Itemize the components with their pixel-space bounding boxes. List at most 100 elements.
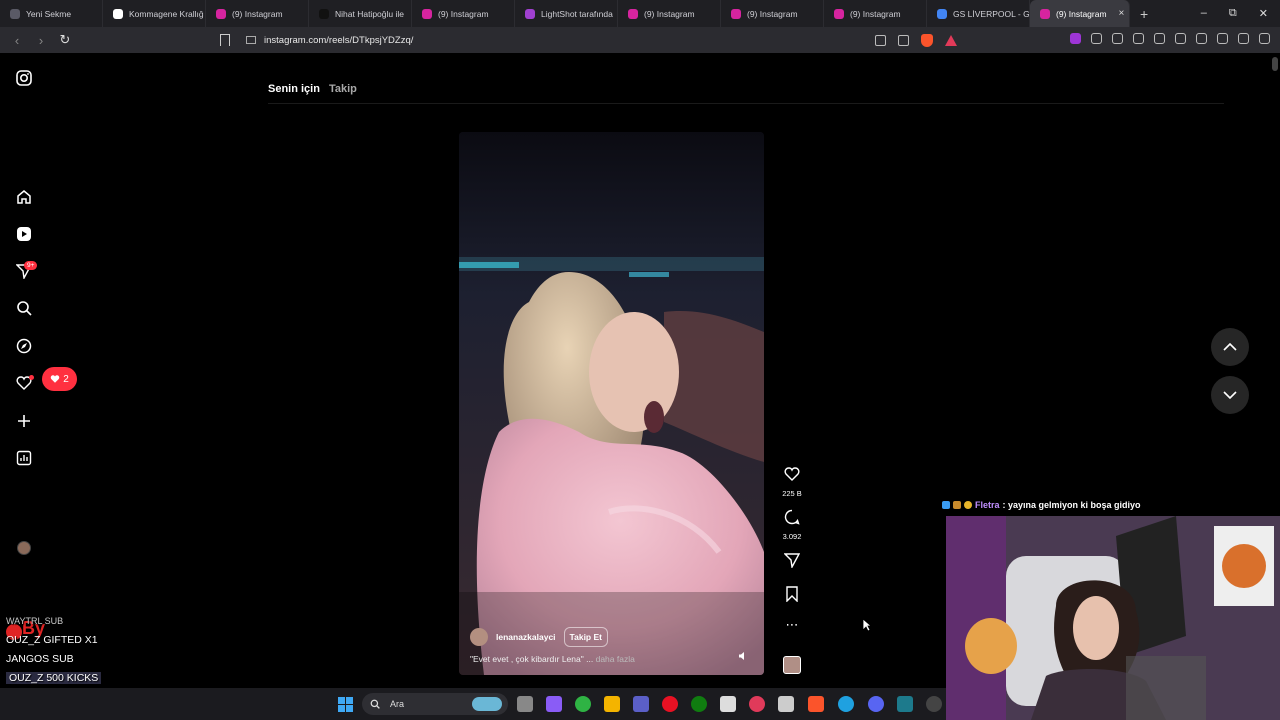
share-icon[interactable]: [783, 552, 801, 570]
taskbar-search-label: Ara: [390, 699, 405, 709]
volume-icon[interactable]: [738, 651, 748, 661]
file-explorer-icon[interactable]: [604, 696, 620, 712]
browser-tab[interactable]: Yeni Sekme: [0, 0, 103, 27]
create-icon[interactable]: [16, 413, 32, 429]
heart-filled-icon: [50, 375, 60, 383]
tab-label: LightShot tarafında: [541, 8, 613, 19]
browser-tab[interactable]: (9) Instagram: [206, 0, 309, 27]
share-icon[interactable]: [898, 34, 909, 46]
explore-icon[interactable]: [16, 338, 32, 354]
browser-tab[interactable]: Nihat Hatipoğlu ile: [309, 0, 412, 27]
browser-tab[interactable]: Kommagene Krallığ: [103, 0, 206, 27]
new-tab-button[interactable]: +: [1130, 6, 1158, 22]
activity-notification-pill[interactable]: 2: [42, 367, 77, 391]
next-reel-button[interactable]: [1211, 376, 1249, 414]
browser-tab[interactable]: (9) Instagram: [618, 0, 721, 27]
reel-caption: "Evet evet , çok kibardır Lena" ... daha…: [470, 654, 635, 664]
wallet-icon[interactable]: [1196, 33, 1207, 44]
screenshot-icon[interactable]: [1133, 33, 1144, 44]
browser-tab[interactable]: (9) Instagram: [824, 0, 927, 27]
site-info-icon[interactable]: [246, 36, 256, 44]
cast-icon[interactable]: [875, 34, 886, 46]
instagram-logo-icon[interactable]: [16, 70, 32, 86]
url-field[interactable]: instagram.com/reels/DTkpsjYDZzq/: [220, 31, 965, 49]
more-options-icon[interactable]: ⋯: [776, 617, 808, 633]
tab-favicon-icon: [319, 8, 329, 19]
chevron-up-icon: [1223, 343, 1237, 351]
edge-icon[interactable]: [838, 696, 854, 712]
caption-text: "Evet evet , çok kibardır Lena" ...: [470, 654, 594, 664]
close-icon[interactable]: ✕: [1259, 7, 1268, 20]
profile-avatar[interactable]: [17, 541, 31, 555]
stream-chat-message: Fletra : yayına gelmiyon ki boşa gidiyo: [942, 500, 1141, 510]
chat-username: Fletra: [975, 500, 1000, 510]
obs-icon[interactable]: [926, 696, 942, 712]
webcam-video-frame: [946, 516, 1280, 720]
minimize-icon[interactable]: –: [1201, 7, 1207, 20]
save-action[interactable]: [776, 586, 808, 607]
share-action[interactable]: [776, 552, 808, 573]
teams-icon[interactable]: [633, 696, 649, 712]
windows-start-icon[interactable]: [338, 697, 353, 712]
copilot-icon[interactable]: [546, 696, 562, 712]
bookmark-icon[interactable]: [220, 34, 230, 46]
browser-tab[interactable]: LightShot tarafında: [515, 0, 618, 27]
app-icon[interactable]: [897, 696, 913, 712]
comment-icon[interactable]: [784, 509, 800, 525]
taskbar-search[interactable]: Ara: [362, 693, 508, 715]
brave-rewards-icon[interactable]: [945, 34, 957, 46]
browser-tab[interactable]: (9) Instagram ×: [1030, 0, 1130, 27]
tab-label: (9) Instagram: [1056, 8, 1107, 19]
store-icon[interactable]: [720, 696, 736, 712]
xbox-icon[interactable]: [691, 696, 707, 712]
task-view-icon[interactable]: [517, 696, 533, 712]
browser-tab[interactable]: GS LİVERPOOL - Go: [927, 0, 1030, 27]
vpn-icon[interactable]: [1238, 33, 1249, 44]
comment-action[interactable]: 3.092: [776, 509, 808, 541]
previous-reel-button[interactable]: [1211, 328, 1249, 366]
home-icon[interactable]: [16, 189, 32, 205]
brave-shields-icon[interactable]: [921, 33, 933, 47]
app-icon[interactable]: [575, 696, 591, 712]
discord-icon[interactable]: [868, 696, 884, 712]
back-icon[interactable]: ‹: [10, 33, 24, 48]
caption-more-link[interactable]: daha fazla: [596, 654, 635, 664]
browser-tab[interactable]: (9) Instagram: [721, 0, 824, 27]
tab-following[interactable]: Takip: [329, 83, 357, 95]
reels-icon[interactable]: [16, 226, 32, 242]
divider: [268, 103, 1224, 104]
extension-icon[interactable]: [1091, 33, 1102, 44]
leo-icon[interactable]: [1217, 33, 1228, 44]
bookmark-icon[interactable]: [785, 586, 799, 603]
sidebar-icon[interactable]: [1175, 33, 1186, 44]
reload-icon[interactable]: ↻: [58, 32, 72, 48]
author-avatar[interactable]: [470, 628, 488, 646]
screen: Yeni Sekme Kommagene Krallığ (9) Instagram…: [0, 0, 1280, 720]
tab-for-you[interactable]: Senin için: [268, 83, 320, 95]
media-player-icon[interactable]: [749, 696, 765, 712]
close-tab-icon[interactable]: ×: [1119, 8, 1125, 19]
search-icon[interactable]: [16, 300, 32, 316]
forward-icon[interactable]: ›: [34, 33, 48, 48]
url-text[interactable]: instagram.com/reels/DTkpsjYDZzq/: [264, 35, 413, 46]
like-action[interactable]: 225 B: [776, 466, 808, 498]
stream-event-line: WAYTRL SUB: [6, 616, 64, 626]
opera-icon[interactable]: [662, 696, 678, 712]
author-username[interactable]: lenanazkalayci: [496, 632, 556, 642]
stream-event-log: WAYTRL SUB OUZ_Z GIFTED X1 JANGOS SUB OUZ_Z…: [6, 612, 102, 688]
brave-icon[interactable]: [808, 696, 824, 712]
puzzle-icon[interactable]: [1112, 33, 1123, 44]
app-icon[interactable]: [778, 696, 794, 712]
like-count: 225 B: [782, 489, 802, 498]
like-heart-icon[interactable]: [784, 466, 800, 482]
audio-thumbnail[interactable]: [783, 656, 801, 674]
extension-icon[interactable]: [1070, 33, 1081, 44]
browser-tab[interactable]: (9) Instagram: [412, 0, 515, 27]
follow-button[interactable]: Takip Et: [563, 627, 608, 647]
reel-video[interactable]: lenanazkalayci Takip Et "Evet evet , çok…: [459, 132, 764, 675]
music-icon[interactable]: [1154, 33, 1165, 44]
maximize-icon[interactable]: ⧉: [1229, 7, 1237, 20]
tab-label: Nihat Hatipoğlu ile: [335, 8, 404, 19]
menu-icon[interactable]: [1259, 33, 1270, 44]
dashboard-icon[interactable]: [16, 450, 32, 466]
